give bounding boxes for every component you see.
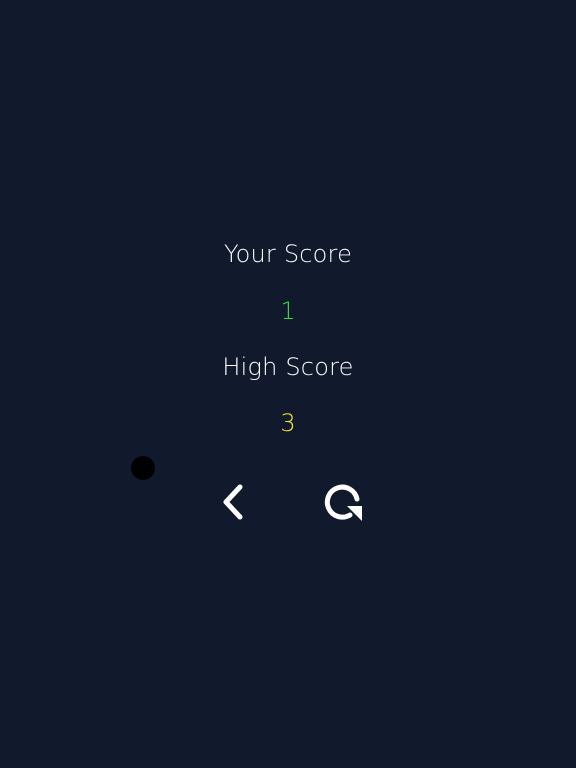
restart-icon xyxy=(324,484,362,521)
your-score-label: Your Score xyxy=(223,240,353,268)
chevron-left-icon xyxy=(223,484,243,520)
high-score-value: 3 xyxy=(280,409,296,437)
restart-button[interactable] xyxy=(320,478,368,526)
back-button[interactable] xyxy=(209,478,257,526)
your-score-value: 1 xyxy=(280,297,296,325)
high-score-label: High Score xyxy=(222,353,354,381)
game-ball xyxy=(131,456,155,480)
game-over-screen: Your Score 1 High Score 3 xyxy=(0,0,576,768)
